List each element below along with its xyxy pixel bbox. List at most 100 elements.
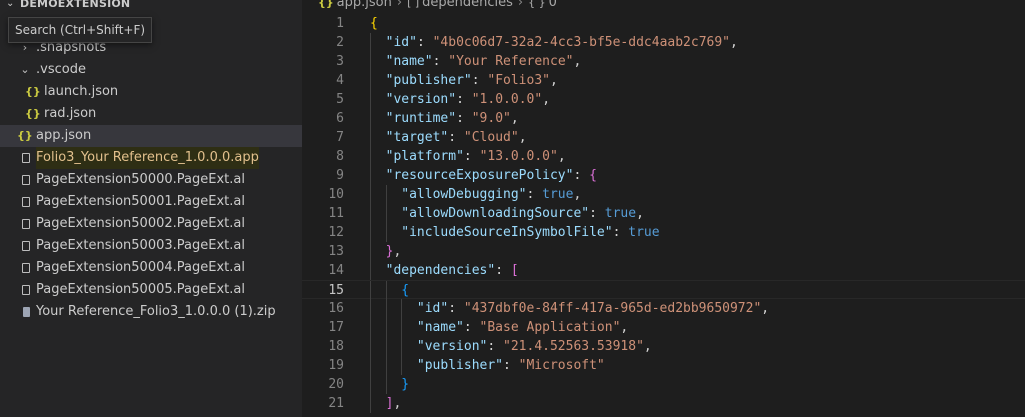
code-line[interactable]: 19 "publisher": "Microsoft" bbox=[302, 356, 1025, 375]
code-token: : bbox=[432, 54, 449, 69]
code-token: "9.0" bbox=[471, 111, 511, 126]
code-line[interactable]: 13}, bbox=[302, 242, 1025, 261]
code-line[interactable]: 5 "version": "1.0.0.0", bbox=[302, 90, 1025, 109]
indent-guide bbox=[370, 375, 371, 394]
code-token: "1.0.0.0" bbox=[471, 92, 543, 107]
code-line[interactable]: 6 "runtime": "9.0", bbox=[302, 109, 1025, 128]
code-line[interactable]: 9 "resourceExposurePolicy": { bbox=[302, 166, 1025, 185]
tree-item[interactable]: PageExtension50004.PageExt.al bbox=[0, 257, 302, 279]
code-content: "platform": "13.0.0.0", bbox=[386, 147, 566, 166]
indent-guide bbox=[370, 261, 371, 280]
code-token: "13.0.0.0" bbox=[479, 149, 558, 164]
tree-item-label: app.json bbox=[36, 128, 92, 143]
indent-guide bbox=[385, 356, 387, 375]
tree-item[interactable]: {} app.json bbox=[0, 125, 302, 147]
code-token: "name" bbox=[416, 320, 464, 335]
code-content: "allowDownloadingSource": true, bbox=[401, 204, 644, 223]
code-token: "resourceExposurePolicy" bbox=[385, 168, 574, 183]
breadcrumb-separator-icon: › bbox=[517, 0, 524, 10]
tree-item-label: PageExtension50003.PageExt.al bbox=[36, 238, 245, 253]
tree-item[interactable]: Folio3_Your Reference_1.0.0.0.app bbox=[0, 147, 302, 169]
tree-item[interactable]: PageExtension50002.PageExt.al bbox=[0, 213, 302, 235]
code-token: "publisher" bbox=[385, 73, 472, 88]
code-token: "allowDebugging" bbox=[401, 187, 527, 202]
code-line[interactable]: 11 "allowDownloadingSource": true, bbox=[302, 204, 1025, 223]
code-token: , bbox=[393, 396, 402, 411]
line-number: 13 bbox=[328, 244, 344, 259]
code-line[interactable]: 10 "allowDebugging": true, bbox=[302, 185, 1025, 204]
code-token: { bbox=[401, 283, 410, 298]
chevron-down-icon[interactable]: ⌄ bbox=[19, 59, 31, 81]
code-editor[interactable]: {} app.json ›[ ] dependencies ›{ } 0 1{2 "id":… bbox=[302, 0, 1025, 417]
tree-item-label: Your Reference_Folio3_1.0.0.0 (1).zip bbox=[36, 304, 276, 319]
code-line[interactable]: 1{ bbox=[302, 14, 1025, 33]
code-line[interactable]: 16 "id": "437dbf0e-84ff-417a-965d-ed2bb96… bbox=[302, 299, 1025, 318]
indent-guide bbox=[370, 223, 371, 242]
tree-item[interactable]: {} rad.json bbox=[0, 103, 302, 125]
breadcrumb-file[interactable]: app.json bbox=[337, 0, 392, 10]
code-token: , bbox=[573, 54, 582, 69]
line-number: 2 bbox=[336, 35, 344, 50]
tree-item-label: rad.json bbox=[44, 106, 97, 121]
code-line[interactable]: 3 "name": "Your Reference", bbox=[302, 52, 1025, 71]
code-token: , bbox=[542, 92, 551, 107]
tree-item[interactable]: ⌄ .vscode bbox=[0, 59, 302, 81]
code-line[interactable]: 18 "version": "21.4.52563.53918", bbox=[302, 337, 1025, 356]
code-token: : bbox=[463, 320, 480, 335]
code-line[interactable]: 7 "target": "Cloud", bbox=[302, 128, 1025, 147]
indent-guide bbox=[370, 147, 371, 166]
code-content: }, bbox=[386, 242, 402, 261]
explorer-section-header[interactable]: ⌄ DEMOEXTENSION bbox=[0, 0, 302, 12]
tree-item-label: PageExtension50004.PageExt.al bbox=[36, 260, 245, 275]
tree-item-label: Folio3_Your Reference_1.0.0.0.app bbox=[36, 147, 259, 169]
code-content: "id": "4b0c06d7-32a2-4cc3-bf5e-ddc4aab2c… bbox=[386, 33, 738, 52]
code-token: : bbox=[471, 73, 488, 88]
line-number: 5 bbox=[336, 92, 344, 107]
indent-guide bbox=[370, 281, 371, 300]
code-content: "resourceExposurePolicy": { bbox=[386, 166, 597, 185]
indent-guide bbox=[385, 337, 387, 356]
explorer-sidebar: ⌄ DEMOEXTENSION › .snapshots ⌄ .vscode{} lau… bbox=[0, 0, 302, 417]
code-content: "version": "1.0.0.0", bbox=[386, 90, 550, 109]
tree-item[interactable]: PageExtension50001.PageExt.al bbox=[0, 191, 302, 213]
code-line[interactable]: 20} bbox=[302, 375, 1025, 394]
tree-item[interactable]: PageExtension50005.PageExt.al bbox=[0, 279, 302, 301]
code-content: "dependencies": [ bbox=[386, 261, 519, 280]
code-content: } bbox=[401, 375, 409, 394]
breadcrumb-index[interactable]: 0 bbox=[549, 0, 557, 10]
line-number: 6 bbox=[336, 111, 344, 126]
code-content: "publisher": "Folio3", bbox=[386, 71, 558, 90]
code-line[interactable]: 12 "includeSourceInSymbolFile": true bbox=[302, 223, 1025, 242]
indent-guide bbox=[370, 299, 371, 318]
file-icon bbox=[22, 175, 30, 185]
line-number: 18 bbox=[328, 339, 344, 354]
code-line[interactable]: 4 "publisher": "Folio3", bbox=[302, 71, 1025, 90]
breadcrumb-dependencies[interactable]: dependencies bbox=[422, 0, 513, 10]
code-token: "includeSourceInSymbolFile" bbox=[401, 225, 613, 240]
code-content: "target": "Cloud", bbox=[386, 128, 527, 147]
line-number: 14 bbox=[328, 263, 344, 278]
code-token: "Microsoft" bbox=[518, 358, 605, 373]
indent-guide bbox=[401, 318, 403, 337]
code-line[interactable]: 2 "id": "4b0c06d7-32a2-4cc3-bf5e-ddc4aab2… bbox=[302, 33, 1025, 52]
code-content: { bbox=[401, 281, 409, 300]
code-content: { bbox=[370, 14, 378, 33]
code-line[interactable]: 21], bbox=[302, 394, 1025, 413]
code-line[interactable]: 17 "name": "Base Application", bbox=[302, 318, 1025, 337]
tree-item[interactable]: Your Reference_Folio3_1.0.0.0 (1).zip bbox=[0, 301, 302, 323]
code-line[interactable]: 8 "platform": "13.0.0.0", bbox=[302, 147, 1025, 166]
tree-item[interactable]: PageExtension50003.PageExt.al bbox=[0, 235, 302, 257]
chevron-down-icon: ⌄ bbox=[6, 0, 15, 9]
json-file-icon: {} bbox=[25, 85, 41, 98]
json-file-icon: {} bbox=[25, 107, 41, 120]
tree-item[interactable]: PageExtension50000.PageExt.al bbox=[0, 169, 302, 191]
indent-guide bbox=[370, 204, 371, 223]
line-number: 16 bbox=[328, 301, 344, 316]
breadcrumb: {} app.json › [ ] dependencies › { } 0 bbox=[318, 0, 557, 12]
code-line[interactable]: 15 { bbox=[302, 280, 1025, 300]
code-token: : bbox=[448, 301, 464, 316]
code-token: , bbox=[573, 187, 582, 202]
code-content: "name": "Base Application", bbox=[417, 318, 628, 337]
tree-item[interactable]: {} launch.json bbox=[0, 81, 302, 103]
code-line[interactable]: 14 "dependencies": [ bbox=[302, 261, 1025, 280]
